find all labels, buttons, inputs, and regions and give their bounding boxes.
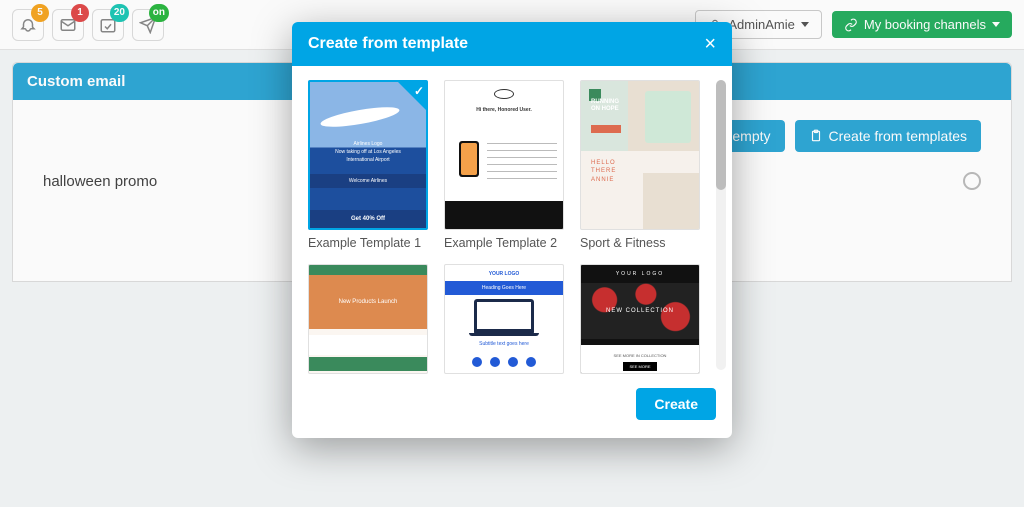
- thumb-sub: Subtitle text goes here: [445, 341, 563, 347]
- button-label: Create: [654, 396, 698, 412]
- template-thumbnail[interactable]: Hi there, Honored User.: [444, 80, 564, 230]
- top-bar-graphic: [309, 265, 427, 275]
- content-band: [309, 335, 427, 355]
- hero-graphic: NEW COLLECTION: [581, 283, 699, 339]
- template-thumbnail[interactable]: Airlines Logo Now taking off at Los Ange…: [308, 80, 428, 230]
- laptop-base-graphic: [469, 333, 539, 336]
- airplane-graphic: [319, 103, 400, 131]
- selected-check-icon: [398, 82, 426, 110]
- thumb-logo: YOUR LOGO: [445, 271, 563, 277]
- create-from-template-modal: Create from template × Airlines Logo Now…: [292, 22, 732, 438]
- cta-graphic: [591, 125, 621, 133]
- phone-graphic: [459, 141, 479, 177]
- thumb-brand: YOUR LOGO: [581, 271, 699, 277]
- template-card[interactable]: Airlines Logo Now taking off at Los Ange…: [308, 80, 430, 250]
- template-thumbnail[interactable]: New Products Launch: [308, 264, 428, 374]
- thumb-heading: Heading Goes Here: [445, 281, 563, 295]
- template-grid: Airlines Logo Now taking off at Los Ange…: [308, 80, 716, 374]
- modal-header: Create from template ×: [292, 22, 732, 66]
- modal-footer: Create: [292, 374, 732, 438]
- logo-graphic: [494, 89, 514, 99]
- template-thumbnail[interactable]: RUNNINGON HOPE HELLO THERE ANNIE: [580, 80, 700, 230]
- modal-body: Airlines Logo Now taking off at Los Ange…: [292, 66, 732, 374]
- thumb-footer: Get 40% Off: [310, 210, 426, 228]
- image-graphic: [643, 173, 699, 229]
- thumb-footer: SEE MORE IN COLLECTIONSEE MORE: [581, 345, 699, 374]
- template-label: Sport & Fitness: [580, 236, 702, 250]
- hero-graphic: New Products Launch: [309, 275, 427, 329]
- scrollbar-thumb[interactable]: [716, 80, 726, 190]
- template-card[interactable]: New Products Launch: [308, 264, 430, 374]
- template-card[interactable]: Hi there, Honored User. Example Template…: [444, 80, 566, 250]
- image-graphic: [645, 91, 691, 143]
- template-card[interactable]: YOUR LOGO Heading Goes Here Subtitle tex…: [444, 264, 566, 374]
- template-card[interactable]: YOUR LOGO NEW COLLECTION SEE MORE IN COL…: [580, 264, 702, 374]
- thumb-sub: HELLO THERE ANNIE: [591, 159, 616, 184]
- text-lines-graphic: [487, 143, 557, 183]
- template-card[interactable]: RUNNINGON HOPE HELLO THERE ANNIE Sport &…: [580, 80, 702, 250]
- thumb-band: Welcome Airlines: [310, 174, 426, 188]
- laptop-graphic: [474, 299, 534, 335]
- template-label: Example Template 1: [308, 236, 430, 250]
- template-thumbnail[interactable]: YOUR LOGO Heading Goes Here Subtitle tex…: [444, 264, 564, 374]
- modal-title: Create from template: [308, 35, 468, 53]
- create-button[interactable]: Create: [636, 388, 716, 420]
- template-thumbnail[interactable]: YOUR LOGO NEW COLLECTION SEE MORE IN COL…: [580, 264, 700, 374]
- thumb-text: Airlines Logo Now taking off at Los Ange…: [310, 140, 426, 164]
- thumb-heading: RUNNINGON HOPE: [591, 99, 619, 113]
- thumb-header: Hi there, Honored User.: [445, 107, 563, 113]
- close-button[interactable]: ×: [704, 34, 716, 54]
- template-label: Example Template 2: [444, 236, 566, 250]
- footer-band: [309, 357, 427, 371]
- icon-row: [445, 357, 563, 367]
- close-icon: ×: [704, 33, 716, 55]
- thumb-footer: [445, 201, 563, 229]
